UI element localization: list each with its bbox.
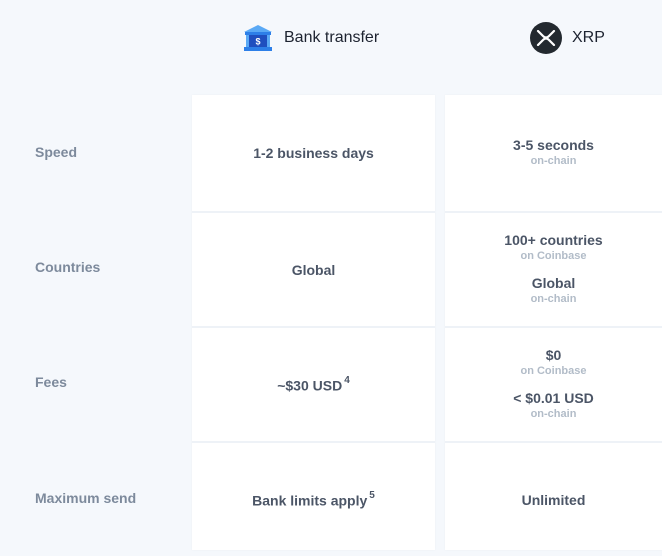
row-label-countries: Countries <box>35 259 101 275</box>
countries-xrp-value-1: 100+ countries <box>504 232 603 248</box>
row-label-fees: Fees <box>35 374 67 390</box>
countries-xrp-value-2: Global <box>531 275 576 291</box>
xrp-column-header: XRP <box>530 22 605 54</box>
row-label-speed: Speed <box>35 144 78 160</box>
fees-xrp-subtext-2: on-chain <box>530 408 577 420</box>
countries-xrp-cell: 100+ countries on Coinbase Global on-cha… <box>445 213 662 326</box>
speed-xrp-cell: 3-5 seconds on-chain <box>445 95 662 211</box>
fees-bank-cell: ~$30 USD 4 <box>192 328 435 441</box>
max-send-bank-cell: Bank limits apply 5 <box>192 443 435 556</box>
bank-building-icon: $ <box>244 25 272 51</box>
svg-text:$: $ <box>255 37 260 47</box>
footnote-4-link[interactable]: 4 <box>344 375 350 386</box>
max-send-bank-value: Bank limits apply 5 <box>252 489 375 510</box>
comparison-header: $ Bank transfer XRP <box>0 0 662 95</box>
footnote-5-link[interactable]: 5 <box>369 490 375 501</box>
xrp-label: XRP <box>572 29 605 46</box>
max-send-bank-text: Bank limits apply <box>252 492 368 509</box>
countries-bank-cell: Global <box>192 213 435 326</box>
fees-xrp-subtext-1: on Coinbase <box>520 365 587 377</box>
bank-transfer-column-header: $ Bank transfer <box>242 22 379 54</box>
fees-xrp-value-1: $0 <box>545 347 562 363</box>
fees-xrp-value-2: < $0.01 USD <box>513 390 594 406</box>
fees-bank-amount: ~$30 USD <box>277 377 343 394</box>
max-send-xrp-cell: Unlimited <box>445 443 662 556</box>
speed-xrp-value: 3-5 seconds <box>513 137 594 153</box>
countries-bank-value: Global <box>291 261 336 278</box>
max-send-xrp-value: Unlimited <box>521 491 586 508</box>
fees-xrp-cell: $0 on Coinbase < $0.01 USD on-chain <box>445 328 662 441</box>
speed-bank-value: 1-2 business days <box>253 145 374 161</box>
bank-transfer-label: Bank transfer <box>284 29 380 46</box>
countries-xrp-subtext-1: on Coinbase <box>520 250 587 262</box>
speed-bank-cell: 1-2 business days <box>192 95 435 211</box>
speed-xrp-subtext: on-chain <box>530 155 577 167</box>
countries-xrp-subtext-2: on-chain <box>530 293 577 305</box>
row-label-maximum-send: Maximum send <box>35 490 137 506</box>
fees-bank-value: ~$30 USD 4 <box>277 374 350 395</box>
xrp-logo-icon <box>530 22 562 54</box>
